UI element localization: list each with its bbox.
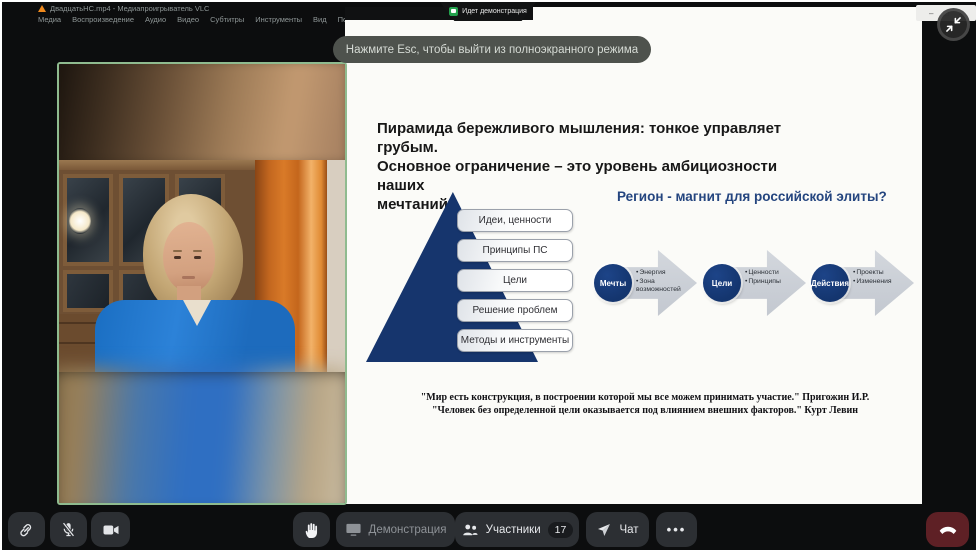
vlc-menubar: Медиа Воспроизведение Аудио Видео Субтит… bbox=[38, 15, 367, 24]
monitor-icon bbox=[345, 522, 362, 537]
menu-media[interactable]: Медиа bbox=[38, 15, 61, 24]
flow-bullet: Энергия bbox=[636, 269, 690, 278]
chat-button[interactable]: Чат bbox=[586, 512, 649, 547]
flow-circle-goals: Цели bbox=[703, 264, 741, 302]
collapse-arrows-icon bbox=[946, 17, 961, 32]
pyramid-level-2: Принципы ПС bbox=[457, 239, 573, 262]
link-icon bbox=[18, 521, 35, 538]
flow-bullets-dreams: Энергия Зона возможностей bbox=[636, 269, 690, 295]
flow-bullet: Изменения bbox=[853, 278, 907, 287]
microphone-muted-button[interactable] bbox=[50, 512, 87, 547]
menu-tools[interactable]: Инструменты bbox=[255, 15, 302, 24]
flow-circle-actions: Действия bbox=[811, 264, 849, 302]
slide-title-line1: Пирамида бережливого мышления: тонкое уп… bbox=[377, 119, 827, 157]
slide-quotes: "Мир есть конструкция, в построении кото… bbox=[385, 392, 905, 417]
participants-count-badge: 17 bbox=[548, 522, 574, 538]
flow-bullets-actions: Проекты Изменения bbox=[853, 269, 907, 286]
menu-subtitles[interactable]: Субтитры bbox=[210, 15, 244, 24]
pyramid-level-1: Идеи, ценности bbox=[457, 209, 573, 232]
raised-hand-icon bbox=[304, 521, 320, 539]
menu-playback[interactable]: Воспроизведение bbox=[72, 15, 134, 24]
participants-icon bbox=[461, 522, 479, 538]
fullscreen-esc-toast: Нажмите Esc, чтобы выйти из полноэкранно… bbox=[333, 36, 651, 63]
menu-video[interactable]: Видео bbox=[177, 15, 199, 24]
app-window: ДвадцатьНС.mp4 - Медиапроигрыватель VLC … bbox=[0, 0, 978, 552]
pyramid-level-3: Цели bbox=[457, 269, 573, 292]
flow-bullet: Проекты bbox=[853, 269, 907, 278]
pyramid-level-4: Решение проблем bbox=[457, 299, 573, 322]
sharing-indicator-label: Идет демонстрация bbox=[462, 8, 527, 15]
flow-bullet: Зона возможностей bbox=[636, 278, 690, 295]
participants-button[interactable]: Участники 17 bbox=[455, 512, 579, 547]
person-chest bbox=[183, 300, 211, 326]
flow-bullets-goals: Ценности Принципы bbox=[745, 269, 799, 286]
sharing-indicator: Идет демонстрация bbox=[440, 2, 536, 21]
ellipsis-icon: ••• bbox=[667, 522, 687, 537]
phone-down-icon bbox=[938, 523, 958, 537]
camera-button[interactable] bbox=[91, 512, 130, 547]
camera-icon bbox=[102, 522, 120, 538]
bookcase-molding bbox=[59, 160, 255, 170]
minimize-button[interactable]: – bbox=[929, 9, 933, 18]
shared-screen-area: Пирамида бережливого мышления: тонкое уп… bbox=[345, 7, 922, 504]
window-title: ДвадцатьНС.mp4 - Медиапроигрыватель VLC bbox=[50, 4, 209, 13]
person-face bbox=[163, 222, 215, 292]
person-mouth bbox=[182, 276, 195, 279]
more-options-button[interactable]: ••• bbox=[656, 512, 697, 547]
end-call-button[interactable] bbox=[926, 512, 969, 547]
flow-bullet: Принципы bbox=[745, 278, 799, 287]
slide-right-heading: Регион - магнит для российской элиты? bbox=[617, 189, 887, 204]
webcam-blur-top bbox=[57, 62, 347, 168]
webcam-blur-bottom bbox=[57, 368, 347, 505]
share-screen-label: Демонстрация bbox=[369, 524, 447, 536]
lamp-glow bbox=[69, 208, 91, 234]
person-blue-top bbox=[95, 300, 295, 372]
menu-audio[interactable]: Аудио bbox=[145, 15, 166, 24]
exit-fullscreen-button[interactable] bbox=[937, 8, 970, 41]
webcam-tile[interactable] bbox=[57, 62, 347, 505]
chat-label: Чат bbox=[619, 524, 638, 536]
mic-off-icon bbox=[60, 521, 77, 538]
vlc-cone-icon bbox=[38, 5, 46, 12]
raise-hand-button[interactable] bbox=[293, 512, 330, 547]
quote-line-2: "Человек без определенной цели оказывает… bbox=[385, 405, 905, 418]
participants-label: Участники bbox=[486, 524, 541, 536]
share-screen-button[interactable]: Демонстрация bbox=[336, 512, 455, 547]
quote-line-1: "Мир есть конструкция, в построении кото… bbox=[385, 392, 905, 405]
person-brow bbox=[193, 250, 202, 252]
flow-bullet: Ценности bbox=[745, 269, 799, 278]
menu-view[interactable]: Вид bbox=[313, 15, 327, 24]
person-brow bbox=[173, 250, 182, 252]
vlc-titlebar: ДвадцатьНС.mp4 - Медиапроигрыватель VLC bbox=[38, 4, 209, 13]
person-eye bbox=[174, 256, 181, 259]
webcam-video bbox=[59, 160, 345, 372]
person-eye bbox=[194, 256, 201, 259]
flow-circle-dreams: Мечты bbox=[594, 264, 632, 302]
wall-strip bbox=[327, 160, 345, 372]
pyramid-level-5: Методы и инструменты bbox=[457, 329, 573, 352]
screen-share-icon bbox=[449, 7, 458, 16]
copy-link-button[interactable] bbox=[8, 512, 45, 547]
paper-plane-icon bbox=[596, 522, 612, 538]
